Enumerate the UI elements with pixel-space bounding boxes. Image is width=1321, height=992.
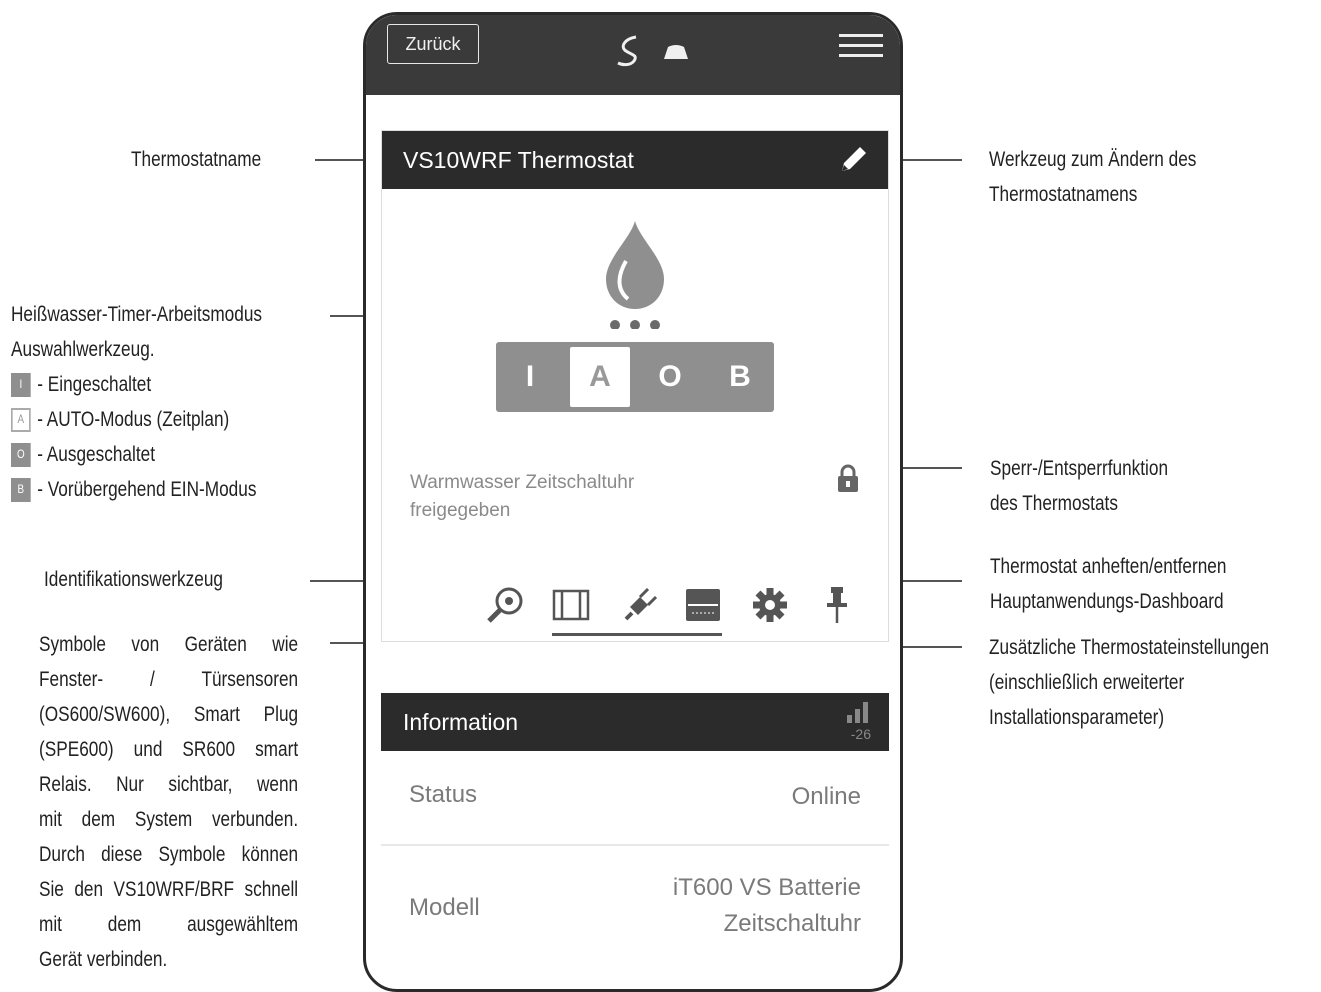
legend-box-a: A [11,407,31,432]
rename-line1: Werkzeug zum Ändern des [989,148,1197,171]
callout-rename-tool: Werkzeug zum Ändern des Thermostatnamens [989,142,1196,212]
callout-thermostat-name: Thermostatname [131,148,262,171]
hamburger-menu-icon[interactable] [839,34,883,64]
settings-line3: Installationsparameter) [989,706,1165,729]
info-row-status: Status Online [381,751,889,846]
callout-mode-line1: Heißwasser-Timer-Arbeitsmodus [11,303,263,326]
phone-frame: Zurück VS10WRF Thermostat I A O B Warmwa… [363,12,903,992]
signal-bars-icon [847,702,868,723]
devices-line: Durch diese Symbole können [39,843,299,866]
rename-line2: Thermostatnamens [989,183,1138,206]
signal-value: -26 [850,726,871,742]
devices-line: Gerät verbinden. [39,948,168,971]
pin-line1: Thermostat anheften/entfernen [990,555,1227,578]
model-line1: iT600 VS Batterie [672,874,861,901]
status-line1: Warmwasser Zeitschaltuhr [410,472,635,493]
devices-line: Sie den VS10WRF/BRF schnell [39,878,299,901]
lock-icon[interactable] [836,464,860,494]
devices-underline [552,633,722,636]
legend-text-off: - Ausgeschaltet [37,443,155,466]
back-button[interactable]: Zurück [387,24,479,64]
settings-line2: (einschließlich erweiterter [989,671,1185,694]
legend-text-boost: - Vorübergehend EIN-Modus [37,478,257,501]
legend-row-auto: A - AUTO-Modus (Zeitplan) [11,402,262,437]
legend-row-boost: B - Vorübergehend EIN-Modus [11,472,262,507]
info-key: Status [409,781,478,808]
mode-auto-button[interactable]: A [570,347,630,407]
legend-text-auto: - AUTO-Modus (Zeitplan) [37,408,230,431]
salus-logo-icon [617,35,688,67]
callout-devices: Symbole von Geräten wie Fenster- / Türse… [39,627,298,977]
callout-settings: Zusätzliche Thermostateinstellungen (ein… [989,630,1269,735]
model-line2: Zeitschaltuhr [723,910,861,937]
callout-identify: Identifikationswerkzeug [44,568,224,591]
pin-line2: Hauptanwendungs-Dashboard [990,590,1224,613]
mode-off-button[interactable]: O [636,342,704,412]
gear-icon[interactable] [750,585,790,625]
thermostat-card: VS10WRF Thermostat I A O B Warmwasser Ze… [381,130,889,642]
devices-line: Relais. Nur sichtbar, wenn [39,773,299,796]
info-value: Online [791,783,861,810]
thermostat-name: VS10WRF Thermostat [403,146,634,173]
devices-line: mit dem System verbunden. [39,808,299,831]
legend-text-on: - Eingeschaltet [37,373,152,396]
smart-plug-icon[interactable] [618,585,658,625]
status-line2: freigegeben [410,500,511,521]
devices-line: Fenster- / Türsensoren [39,668,299,691]
devices-line: (SPE600) und SR600 smart [39,738,299,761]
thermostat-header: VS10WRF Thermostat [382,131,888,189]
lock-line2: des Thermostats [990,492,1118,515]
window-sensor-icon[interactable] [552,585,592,625]
information-header: Information -26 [381,693,889,751]
info-value: iT600 VS Batterie Zeitschaltuhr [673,870,861,942]
legend-row-on: I - Eingeschaltet [11,367,262,402]
status-text: Warmwasser Zeitschaltuhr freigegeben [410,469,710,525]
callout-mode-line2: Auswahlwerkzeug. [11,338,155,361]
information-title: Information [403,708,519,735]
settings-line1: Zusätzliche Thermostateinstellungen [989,636,1270,659]
callout-pin: Thermostat anheften/entfernen Hauptanwen… [990,549,1226,619]
mode-on-button[interactable]: I [496,342,564,412]
callout-mode-tool: Heißwasser-Timer-Arbeitsmodus Auswahlwer… [11,297,262,507]
relay-icon[interactable] [684,585,724,625]
pencil-icon[interactable] [838,143,870,175]
pin-icon[interactable] [822,585,852,625]
devices-line: mit dem ausgewähltem [39,913,299,936]
callout-lock: Sperr-/Entsperrfunktion des Thermostats [990,451,1168,521]
legend-box-b: B [11,477,31,502]
mode-selector: I A O B [496,342,774,412]
identify-icon[interactable] [485,585,525,625]
info-key: Modell [409,894,480,921]
info-row-model: Modell iT600 VS Batterie Zeitschaltuhr [381,846,889,989]
devices-line: Symbole von Geräten wie [39,633,299,656]
signal-strength: -26 [845,701,871,742]
devices-line: (OS600/SW600), Smart Plug [39,703,299,726]
mode-boost-button[interactable]: B [706,342,774,412]
legend-box-i: I [11,372,31,397]
lock-line1: Sperr-/Entsperrfunktion [990,457,1169,480]
water-drop-icon [606,221,664,329]
top-bar: Zurück [366,15,900,95]
legend-box-o: O [11,442,31,467]
information-card: Information -26 Status Online Modell iT6… [381,693,889,989]
legend-row-off: O - Ausgeschaltet [11,437,262,472]
